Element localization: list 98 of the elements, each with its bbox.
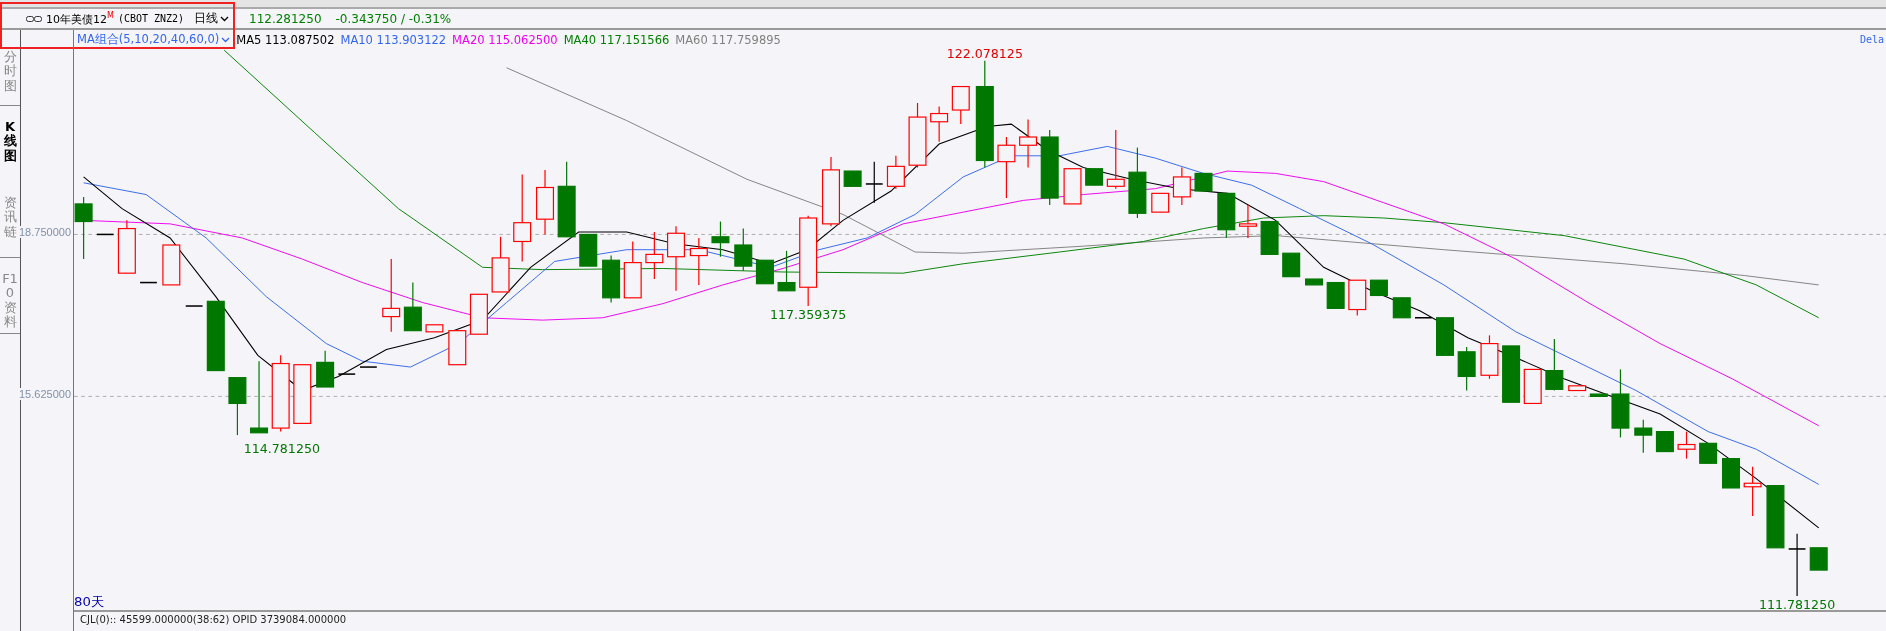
candlestick	[602, 254, 621, 304]
candlestick	[689, 237, 708, 286]
price-extreme-label: 111.781250	[1758, 596, 1836, 610]
candlestick	[1260, 220, 1279, 255]
candlestick	[1217, 192, 1236, 239]
caret-icon	[221, 36, 231, 43]
candlestick	[1634, 419, 1653, 454]
candlestick	[1392, 297, 1411, 319]
chain-link-icon	[26, 14, 42, 23]
candlestick	[667, 225, 685, 292]
candlestick	[74, 196, 93, 260]
candlestick	[448, 330, 467, 366]
price-extreme-label: 114.781250	[243, 440, 320, 456]
moving-average-value: MA5 113.087502	[236, 32, 335, 47]
candlestick	[1611, 368, 1630, 439]
candlestick	[139, 281, 158, 284]
view-tab[interactable]: 分时图	[0, 30, 20, 106]
candlestick	[1677, 431, 1696, 460]
candlestick	[623, 240, 642, 299]
candlestick	[403, 281, 422, 332]
delay-note: Dela	[1859, 34, 1885, 45]
candlestick	[1106, 129, 1125, 190]
indicator-dropdown[interactable]: MA组合(5,10,20,40,60,0)	[77, 32, 231, 47]
candlestick	[536, 169, 555, 236]
candlestick	[645, 231, 664, 280]
candlestick	[822, 156, 840, 227]
candlestick	[755, 259, 774, 285]
candlestick	[951, 85, 970, 125]
candlestick	[1655, 431, 1674, 453]
candlestick	[1151, 192, 1170, 213]
candlestick	[425, 324, 444, 333]
candlestick	[1568, 385, 1587, 392]
candlestick	[1369, 279, 1388, 297]
candlestick	[930, 105, 949, 143]
candlestick	[1085, 168, 1104, 186]
price-axis-label: 18.750000	[19, 226, 71, 239]
candlestick	[1128, 147, 1147, 219]
candlestick	[908, 102, 927, 169]
candlestick	[711, 220, 730, 258]
candlestick	[1545, 338, 1564, 392]
candlestick	[1238, 204, 1257, 239]
candlestick	[316, 350, 335, 388]
price-axis-label: 15.625000	[19, 388, 71, 401]
candlestick	[1063, 168, 1082, 205]
moving-average-value: MA20 115.062500	[452, 32, 558, 47]
candlestick	[1348, 279, 1367, 316]
candlestick	[1809, 547, 1828, 571]
candlestick	[491, 236, 510, 293]
candlestick	[886, 155, 905, 190]
candlestick	[579, 233, 598, 267]
view-tab[interactable]: F10资料	[0, 258, 20, 334]
candlestick	[206, 300, 225, 372]
candlestick	[1019, 118, 1038, 169]
moving-average-value: MA60 117.759895	[675, 32, 781, 47]
candlestick	[1722, 458, 1740, 489]
candlestick	[1305, 278, 1324, 286]
candlestick	[1502, 345, 1521, 403]
candlestick	[1589, 393, 1608, 397]
candlestick	[1480, 334, 1499, 380]
price-extreme-label: 117.359375	[770, 307, 847, 322]
candlestick	[96, 233, 115, 236]
candlestick	[777, 250, 796, 292]
candlestick	[117, 219, 136, 274]
moving-average-value: MA10 113.903122	[340, 32, 447, 47]
candlestick	[1787, 533, 1807, 597]
period-dropdown[interactable]: 日线	[188, 10, 230, 27]
candlestick	[1523, 368, 1542, 405]
caret-icon	[220, 15, 230, 22]
candlestick	[162, 244, 181, 286]
candlestick	[997, 136, 1016, 199]
candlestick	[843, 170, 862, 187]
candlestick	[228, 377, 247, 436]
candlestick	[185, 305, 204, 307]
candlestick	[1326, 281, 1345, 309]
last-price: 112.281250	[249, 11, 322, 26]
candlestick	[1436, 317, 1455, 356]
candlestick	[1172, 166, 1191, 206]
candlestick	[337, 373, 356, 375]
volume-indicator-text: CJL(0):: 45599.000000(38:62) OPID 3739084.000000	[80, 614, 347, 625]
moving-average-value: MA40 117.151566	[563, 32, 670, 47]
price-extreme-label: 122.078125	[946, 49, 1023, 62]
candlestick	[469, 293, 488, 335]
instrument-name: 10年美债12$^{M}$	[46, 10, 114, 27]
candlestick	[1766, 485, 1785, 549]
price-change: -0.343750 / -0.31%	[335, 11, 452, 26]
candlestick	[1743, 466, 1762, 517]
candlestick	[1699, 442, 1718, 464]
candlestick	[1194, 172, 1213, 192]
candlestick	[1457, 346, 1476, 392]
candlestick	[734, 227, 753, 272]
candlestick	[1414, 317, 1433, 319]
candlestick	[359, 366, 378, 368]
candlestick	[293, 364, 312, 424]
candlestick	[1282, 252, 1301, 278]
view-tab[interactable]: K线图	[0, 106, 20, 182]
range-label: 80天	[74, 594, 104, 610]
candlestick	[865, 161, 884, 204]
contract-code: (CBOT ZNZ2)	[117, 13, 185, 24]
